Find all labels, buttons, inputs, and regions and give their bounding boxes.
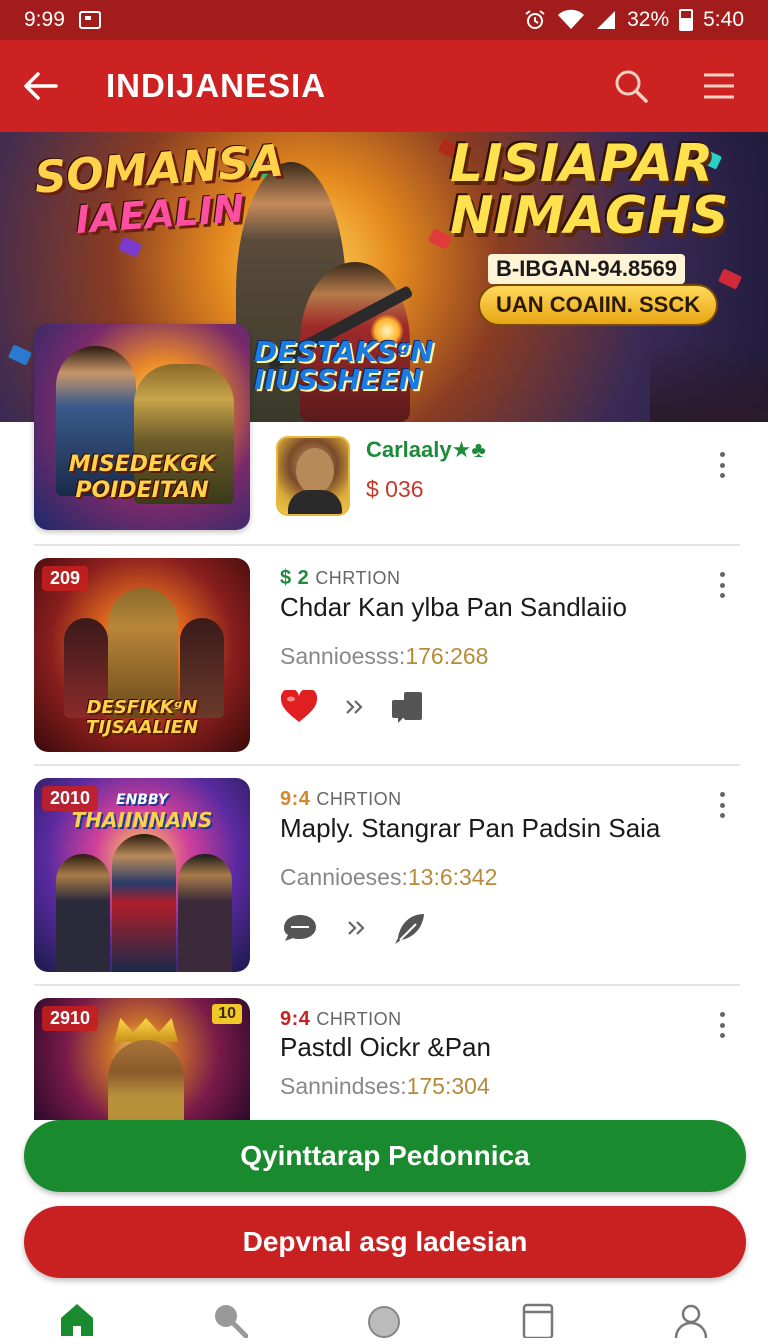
city-silhouette [650, 342, 768, 422]
thumb-caption-line2: THAIINNANS [71, 808, 213, 832]
item-subtitle: Sannioesss:176:268 [280, 643, 488, 670]
item-meta-label: CHRTION [315, 568, 401, 588]
alarm-icon [525, 10, 545, 29]
chat-bubble-icon[interactable] [280, 912, 320, 944]
divider [34, 544, 740, 546]
nav-search-icon[interactable] [200, 1302, 260, 1344]
divider [34, 984, 740, 986]
item-meta-label: CHRTION [316, 1009, 402, 1029]
share-box-icon[interactable] [390, 690, 424, 724]
item-title[interactable]: Pastdl Oickr &Pan [280, 1032, 491, 1063]
featured-tile-caption-line1: MISEDEKGK [68, 452, 216, 477]
item-actions [280, 690, 424, 724]
thumb-caption: DESFIKKᵍN TIJSAALIEN [34, 698, 250, 738]
avatar-face [296, 448, 334, 494]
featured-tile-caption: MISEDEKGK POIDEITAN [34, 452, 250, 504]
nav-home-icon[interactable] [47, 1302, 107, 1344]
item-meta-number: 9:4 [280, 788, 311, 810]
thumb-caption: ENBBY THAIINNANS [34, 790, 250, 830]
thumb-badge: 209 [42, 566, 89, 591]
wifi-icon [558, 9, 585, 29]
more-options-icon[interactable] [712, 788, 732, 822]
menu-icon[interactable] [702, 71, 736, 101]
item-meta-number: 9:4 [280, 1008, 311, 1030]
signal-icon [597, 11, 616, 29]
thumb-caption-line2: TIJSAALIEN [85, 717, 199, 738]
featured-thumbnail[interactable]: MISEDEKGK POIDEITAN [34, 324, 250, 530]
item-subtitle-value: 176:268 [405, 643, 489, 669]
confetti-decoration [427, 228, 453, 250]
item-meta-number: $ 2 [280, 567, 310, 589]
nav-tablet-icon[interactable] [508, 1302, 568, 1344]
nav-circle-icon[interactable] [354, 1302, 414, 1344]
thumb-figure [178, 854, 232, 972]
banner-pill-button[interactable]: UAN COAIIN. SSCK [478, 284, 719, 326]
notification-icon [78, 11, 101, 29]
featured-tile-caption-line2: POIDEITAN [75, 478, 209, 503]
avatar-body [288, 490, 342, 514]
divider [34, 764, 740, 766]
status-clock: 5:40 [703, 8, 744, 31]
item-subtitle-value: 175:304 [406, 1073, 490, 1099]
item-subtitle: Cannioeses:13:6:342 [280, 864, 497, 891]
thumb-figure [112, 834, 176, 972]
thumb-caption-line1: ENBBY [116, 792, 168, 808]
battery-percent: 32% [627, 8, 670, 31]
item-thumbnail[interactable]: 209 DESFIKKᵍN TIJSAALIEN [34, 558, 250, 752]
thumb-figure [108, 1040, 184, 1120]
page-title: INDIJANESIA [106, 67, 327, 104]
confetti-decoration [717, 268, 743, 290]
more-options-icon[interactable] [712, 1008, 732, 1042]
item-subtitle-value: 13:6:342 [407, 864, 498, 890]
confetti-decoration [117, 236, 143, 258]
heart-icon[interactable] [280, 690, 318, 724]
secondary-action-button[interactable]: Depvnal asg ladesian [24, 1206, 746, 1278]
banner-right-title-line1: LISIAPAR [450, 134, 714, 194]
more-options-icon[interactable] [712, 448, 732, 482]
item-thumbnail[interactable]: 2910 10 [34, 998, 250, 1120]
double-chevron-icon[interactable] [346, 918, 366, 938]
featured-avatar[interactable] [276, 436, 350, 516]
item-subtitle: Sannindses:175:304 [280, 1073, 490, 1100]
bottom-nav [0, 1290, 768, 1344]
confetti-decoration [7, 344, 33, 366]
item-subtitle-label: Cannioeses: [280, 864, 408, 890]
more-options-icon[interactable] [712, 568, 732, 602]
item-subtitle-label: Sannindses: [280, 1073, 407, 1099]
banner-right-title-line2: NIMAGHS [450, 186, 729, 246]
banner-center-caption-line2: IIUSSHEEN [254, 363, 423, 396]
battery-icon [679, 9, 694, 31]
item-subtitle-label: Sannioesss: [280, 643, 406, 669]
item-thumbnail[interactable]: 2010 ENBBY THAIINNANS [34, 778, 250, 972]
thumb-badge: 2910 [42, 1006, 99, 1031]
double-chevron-icon[interactable] [344, 697, 364, 717]
search-icon[interactable] [614, 69, 648, 103]
back-arrow-icon[interactable] [22, 71, 58, 101]
item-meta: 9:4 CHRTION [280, 788, 402, 811]
banner-left-title: SOMANSA IAEALIN [33, 135, 288, 244]
item-actions [280, 910, 428, 946]
status-time: 9:99 [24, 8, 65, 31]
featured-price: $ 036 [366, 476, 424, 502]
thumb-corner-tag: 10 [212, 1004, 242, 1024]
status-bar: 9:99 32% 5:40 [0, 0, 768, 40]
item-title[interactable]: Chdar Kan ylba Pan Sandlaiio [280, 592, 627, 623]
crown-icon [114, 1018, 178, 1042]
banner-right-title: LISIAPAR NIMAGHS [450, 138, 729, 242]
featured-name[interactable]: Carlaaly★♣ [366, 437, 486, 463]
thumb-figure [56, 854, 110, 972]
primary-action-button[interactable]: Qyinttarap Pedonnica [24, 1120, 746, 1192]
item-meta: 9:4 CHRTION [280, 1008, 402, 1031]
banner-code: B-IBGAN-94.8569 [488, 254, 685, 284]
banner-center-caption-line1: DESTAKSᵍN [254, 335, 434, 368]
nav-profile-icon[interactable] [661, 1302, 721, 1344]
item-title[interactable]: Maplу. Stangrar Pan Padsin Saia [280, 813, 660, 844]
thumb-caption-line1: DESFIKKᵍN [86, 697, 198, 718]
item-meta: $ 2 CHRTION [280, 567, 400, 590]
banner-center-caption: DESTAKSᵍN IIUSSHEEN [254, 338, 434, 394]
feather-icon[interactable] [392, 910, 428, 946]
item-meta-label: CHRTION [316, 789, 402, 809]
app-bar: INDIJANESIA [0, 40, 768, 132]
